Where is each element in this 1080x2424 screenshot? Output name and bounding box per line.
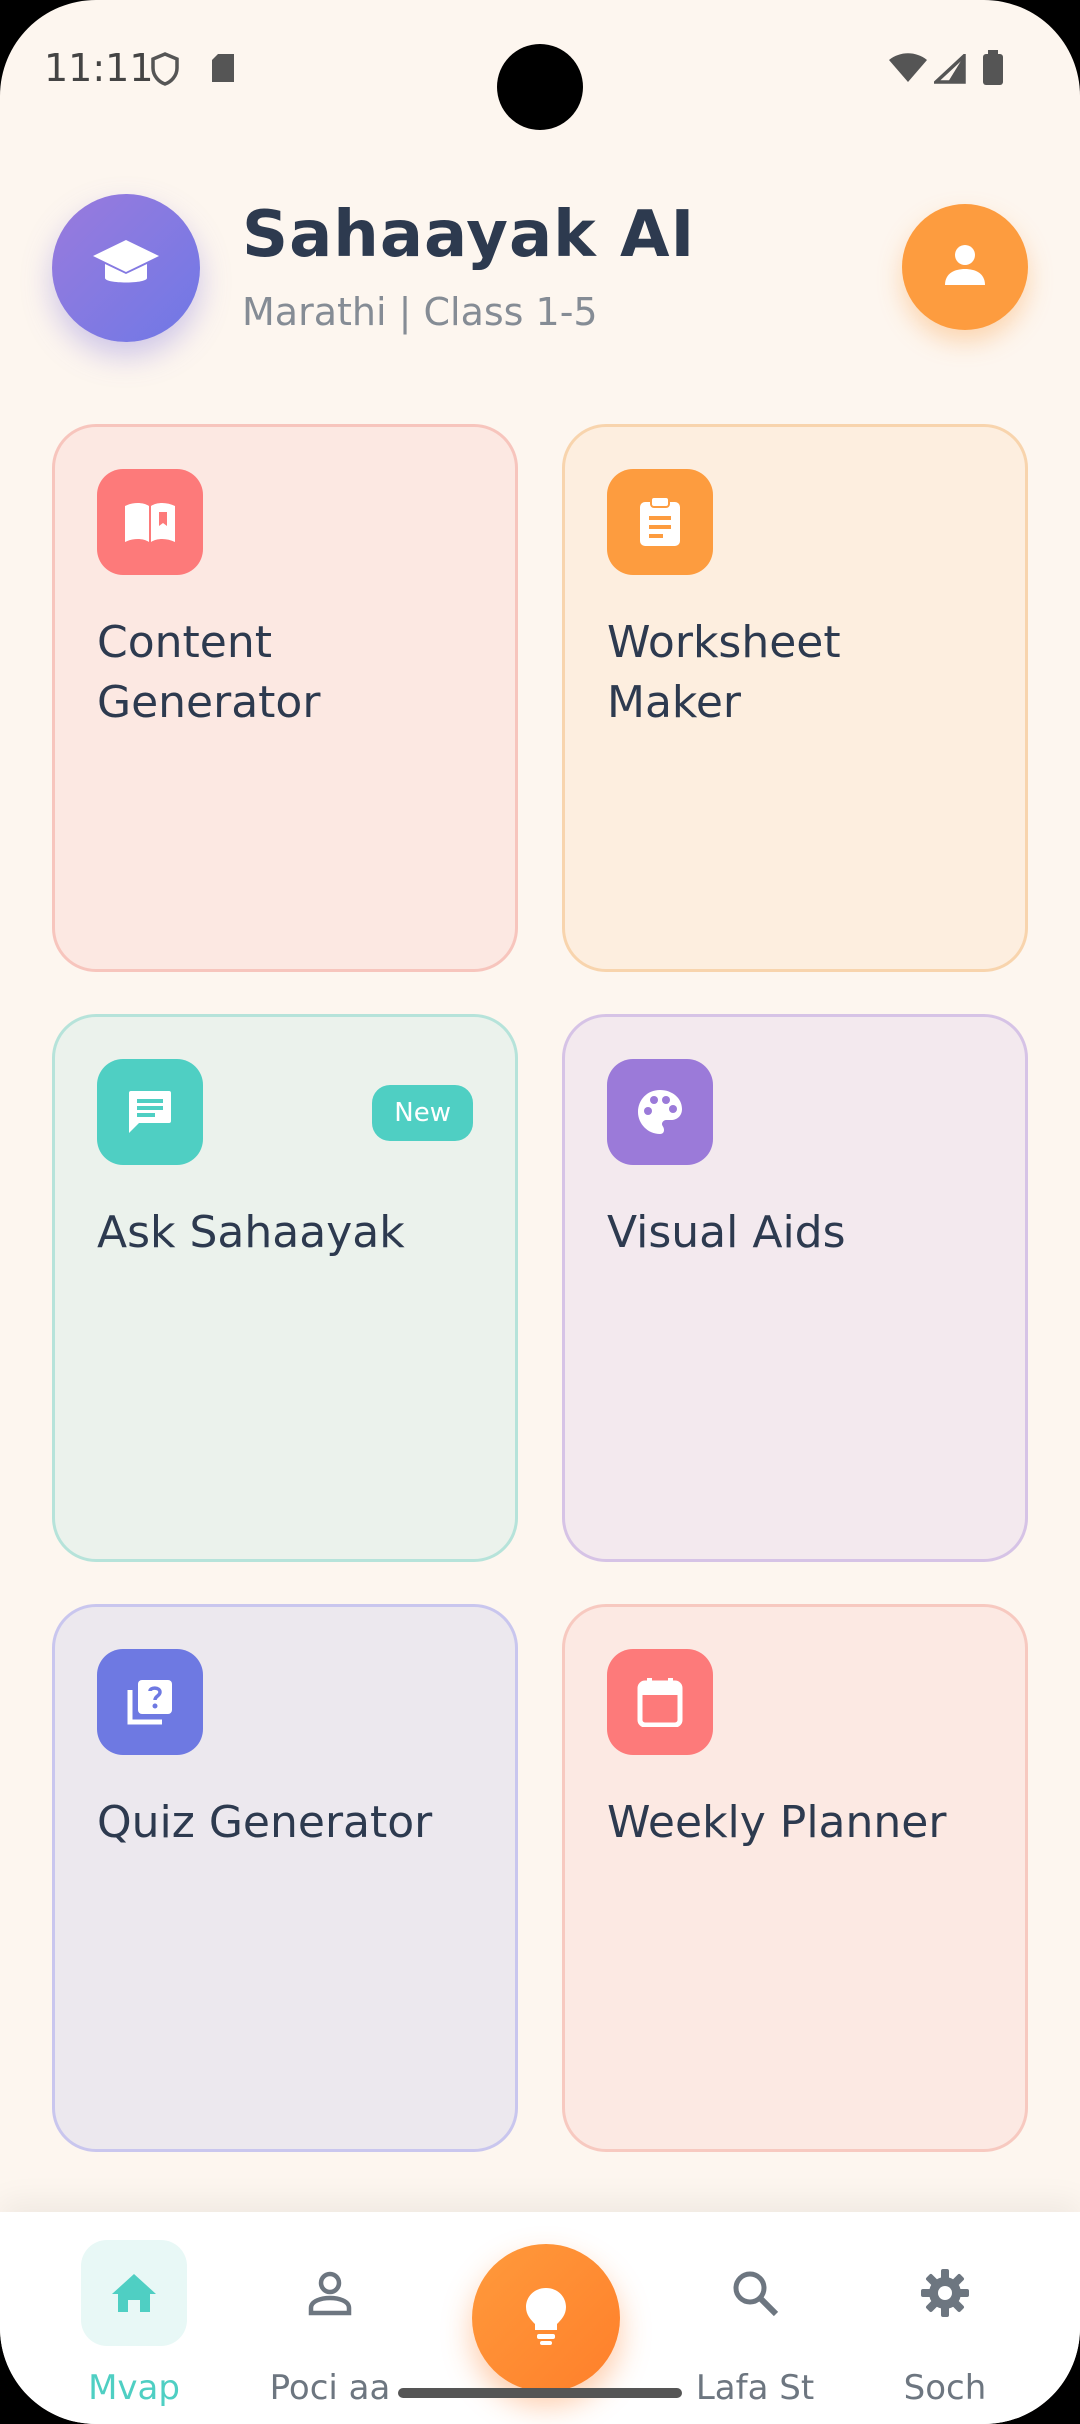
nav-item-settings[interactable]: Soch (855, 2240, 1035, 2408)
card-label: Content Generator (97, 617, 321, 728)
ideas-fab-button[interactable] (472, 2244, 620, 2392)
signal-icon (931, 51, 966, 88)
chat-icon (97, 1059, 203, 1165)
quiz-generator-card[interactable]: Quiz Generator (52, 1604, 518, 2152)
card-label: Visual Aids (607, 1207, 846, 1258)
card-label: Weekly Planner (607, 1797, 947, 1848)
new-badge: New (372, 1085, 473, 1141)
content-generator-card[interactable]: Content Generator (52, 424, 518, 972)
search-icon (702, 2240, 808, 2346)
nav-label: Soch (903, 2368, 987, 2408)
nav-label: Poci aa (269, 2368, 391, 2408)
weekly-planner-card[interactable]: Weekly Planner (562, 1604, 1028, 2152)
gesture-home-bar[interactable] (398, 2388, 682, 2398)
palette-icon (607, 1059, 713, 1165)
nav-item-search[interactable]: Lafa St (665, 2240, 845, 2408)
app-subtitle[interactable]: Marathi | Class 1-5 (242, 290, 598, 334)
ask-sahaayak-card[interactable]: New Ask Sahaayak (52, 1014, 518, 1562)
app-title: Sahaayak AI (242, 198, 696, 272)
card-label: Quiz Generator (97, 1797, 433, 1848)
nav-label: Lafa St (695, 2368, 815, 2408)
wifi-icon (888, 52, 928, 88)
nav-item-profile[interactable]: Poci aa (240, 2240, 420, 2408)
quiz-icon (97, 1649, 203, 1755)
book-icon (97, 469, 203, 575)
app-logo (52, 194, 200, 342)
person-icon (277, 2240, 383, 2346)
battery-icon (982, 50, 1004, 90)
lightbulb-icon (524, 2286, 568, 2350)
worksheet-maker-card[interactable]: Worksheet Maker (562, 424, 1028, 972)
home-icon (81, 2240, 187, 2346)
phone-screen: 11:11 Sahaayak AI Marathi | Class 1-5 Co… (0, 0, 1080, 2424)
nav-label: Mvap (88, 2368, 180, 2408)
nav-item-home[interactable]: Mvap (44, 2240, 224, 2408)
card-label: Worksheet Maker (607, 617, 841, 728)
profile-button[interactable] (902, 204, 1028, 330)
status-time: 11:11 (44, 46, 154, 90)
front-camera (497, 44, 583, 130)
card-label: Ask Sahaayak (97, 1207, 405, 1258)
calendar-icon (607, 1649, 713, 1755)
graduation-cap-icon (91, 236, 161, 300)
gear-icon (892, 2240, 998, 2346)
clipboard-icon (607, 469, 713, 575)
shield-icon (150, 52, 180, 90)
status-bar: 11:11 (0, 0, 1080, 140)
sd-card-icon (210, 52, 236, 88)
user-icon (941, 241, 989, 293)
visual-aids-card[interactable]: Visual Aids (562, 1014, 1028, 1562)
